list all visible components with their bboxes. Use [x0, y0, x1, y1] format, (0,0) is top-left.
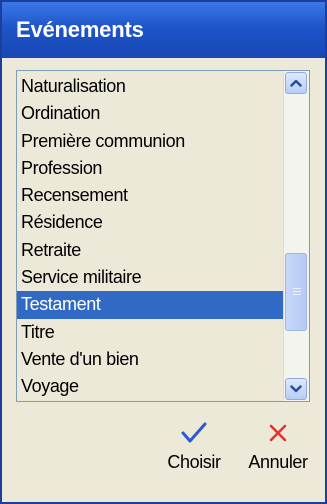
list-item[interactable]: Titre [17, 319, 284, 346]
scrollbar-thumb[interactable] [285, 253, 307, 331]
cancel-button[interactable]: Annuler [235, 420, 321, 473]
checkmark-icon [181, 422, 207, 443]
scroll-up-button[interactable] [285, 72, 307, 94]
choose-label: Choisir [167, 452, 221, 472]
events-listbox[interactable]: Naturalisation Ordination Première commu… [16, 70, 310, 402]
choose-button[interactable]: Choisir [158, 420, 230, 473]
list-item-selected[interactable]: Testament [17, 291, 284, 319]
list-item[interactable]: Service militaire [17, 264, 284, 291]
list-item[interactable]: Ordination [17, 100, 284, 127]
chevron-down-icon [290, 385, 302, 393]
list-item[interactable]: Voyage [17, 373, 284, 400]
events-list: Naturalisation Ordination Première commu… [17, 71, 284, 401]
close-x-icon [269, 424, 287, 442]
chevron-up-icon [290, 79, 302, 87]
list-item[interactable]: Vente d'un bien [17, 346, 284, 373]
vertical-scrollbar[interactable] [283, 71, 309, 401]
list-item[interactable]: Recensement [17, 182, 284, 209]
list-item[interactable]: Naturalisation [17, 73, 284, 100]
cancel-label: Annuler [248, 452, 308, 472]
window-title: Evénements [2, 2, 325, 58]
list-item[interactable]: Retraite [17, 237, 284, 264]
scroll-down-button[interactable] [285, 378, 307, 400]
events-dialog: Evénements Naturalisation Ordination Pre… [0, 0, 327, 504]
list-item[interactable]: Profession [17, 155, 284, 182]
list-item[interactable]: Résidence [17, 209, 284, 236]
list-item[interactable]: Première communion [17, 128, 284, 155]
